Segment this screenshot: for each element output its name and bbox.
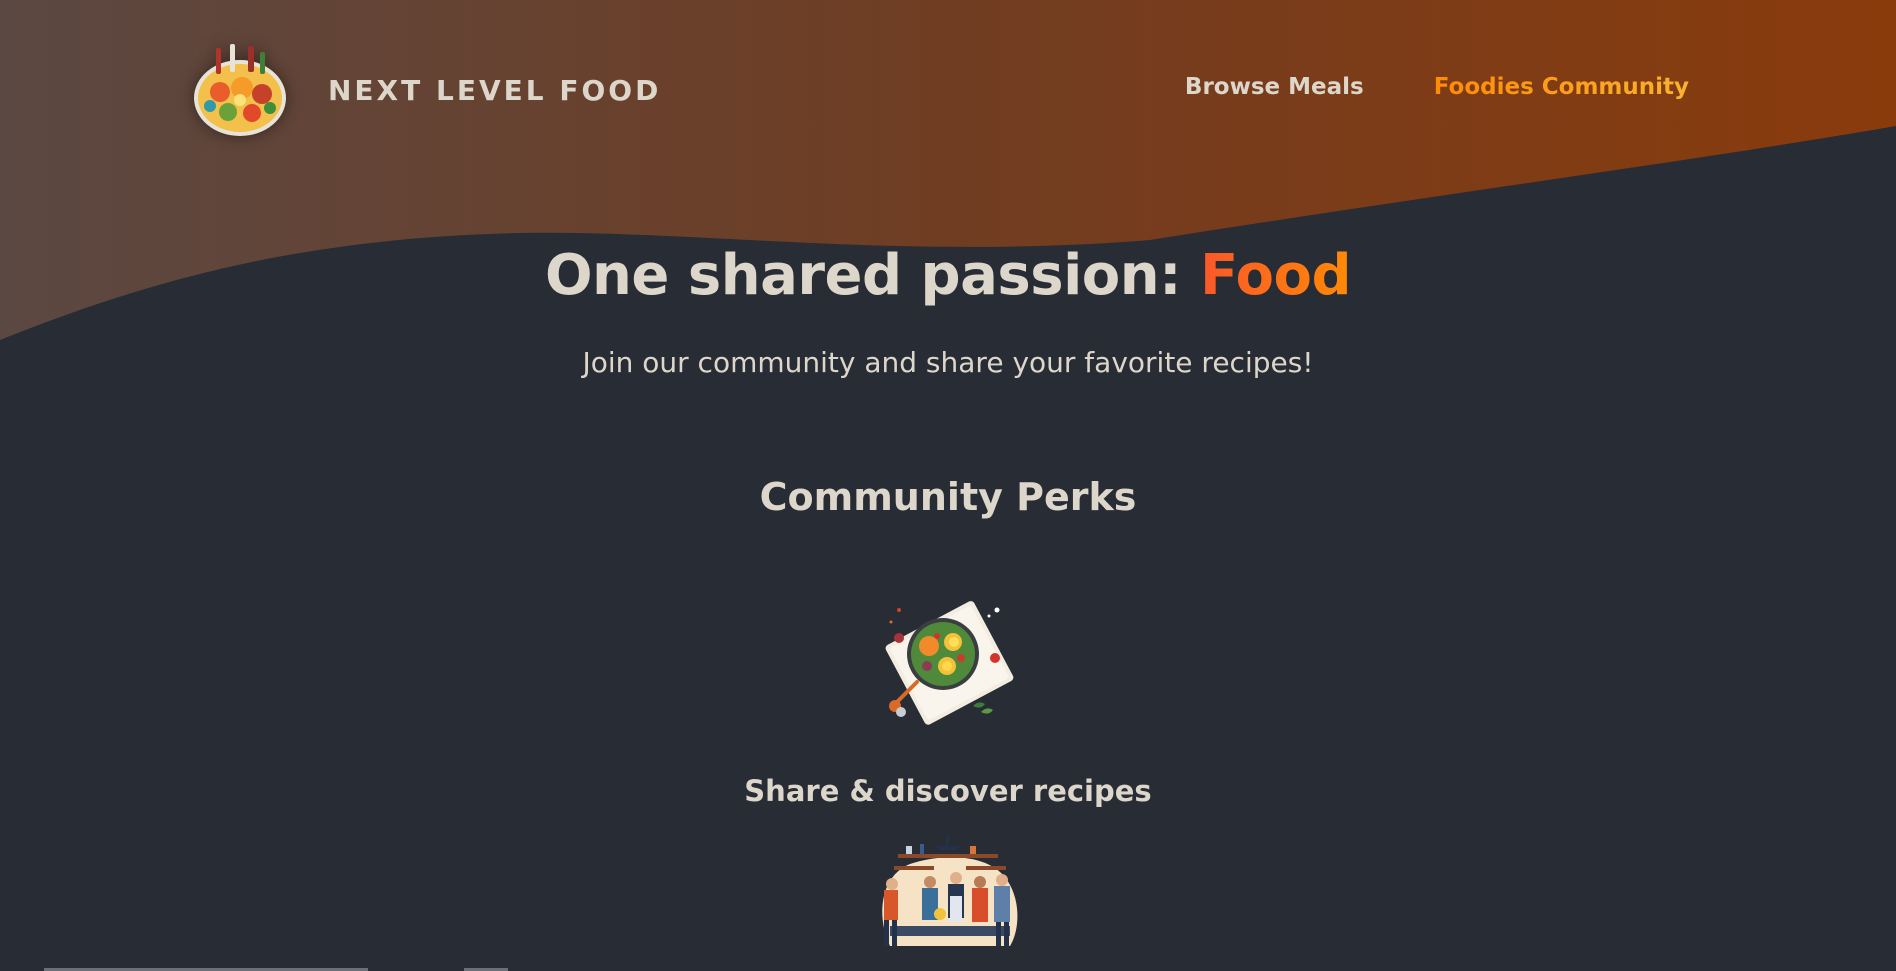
- food-plate-logo-icon: [194, 44, 286, 136]
- main-header: NEXT LEVEL FOOD Browse Meals Foodies Com…: [0, 0, 1896, 180]
- main-nav: Browse Meals Foodies Community: [1185, 74, 1689, 100]
- nav-browse-meals-link[interactable]: Browse Meals: [1185, 74, 1364, 100]
- community-kitchen-illustration-icon: [882, 836, 1018, 946]
- community-perks-title: Community Perks: [759, 475, 1137, 519]
- hero-title-prefix: One shared passion:: [544, 243, 1201, 308]
- hero-title-highlight: Food: [1200, 243, 1352, 308]
- nav-foodies-community-link[interactable]: Foodies Community: [1434, 74, 1689, 100]
- meal-plate-illustration-icon: [885, 601, 1014, 725]
- perk-share-discover-label: Share & discover recipes: [744, 774, 1152, 808]
- main-content: One shared passion: Food Join our commun…: [0, 240, 1896, 946]
- hero-subtitle: Join our community and share your favori…: [582, 346, 1314, 379]
- logo-text: NEXT LEVEL FOOD: [328, 73, 662, 107]
- hero-title: One shared passion: Food: [0, 240, 1896, 312]
- logo-link[interactable]: NEXT LEVEL FOOD: [190, 40, 661, 140]
